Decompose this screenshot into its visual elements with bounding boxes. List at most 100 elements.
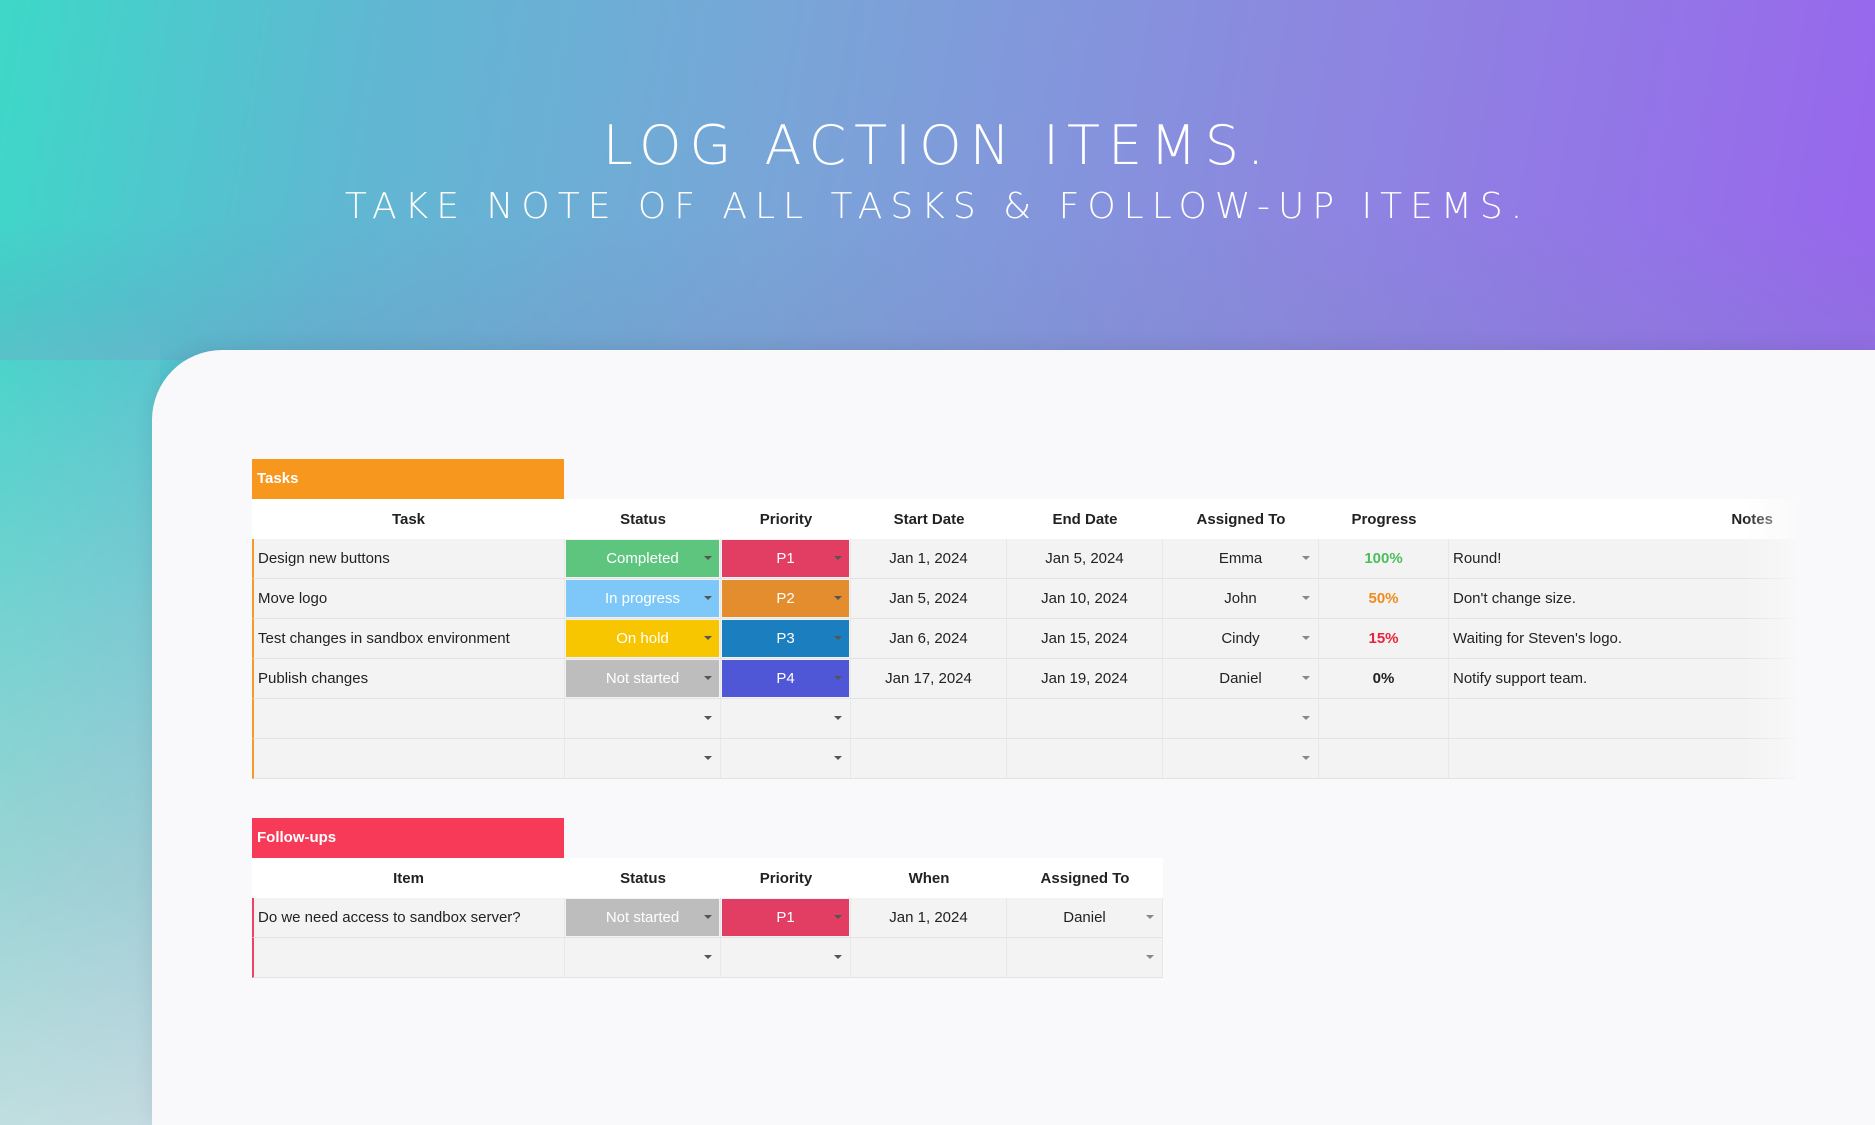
chevron-down-icon	[704, 676, 712, 680]
assigned-dropdown[interactable]: Emma	[1163, 539, 1319, 579]
assigned-value: John	[1224, 590, 1257, 607]
status-dropdown[interactable]: Not started	[565, 898, 721, 938]
header-assigned-to: Assigned To	[1163, 499, 1319, 539]
chevron-down-icon	[1146, 915, 1154, 919]
progress-cell[interactable]: 0%	[1319, 659, 1449, 699]
tasks-header-row: Task Status Priority Start Date End Date…	[252, 499, 1795, 539]
assigned-dropdown[interactable]: Cindy	[1163, 619, 1319, 659]
status-dropdown[interactable]: In progress	[565, 579, 721, 619]
status-dropdown[interactable]	[565, 699, 721, 739]
status-dropdown[interactable]	[565, 739, 721, 779]
priority-dropdown[interactable]	[721, 699, 851, 739]
chevron-down-icon	[704, 716, 712, 720]
start-date-cell[interactable]	[851, 699, 1007, 739]
priority-dropdown[interactable]: P1	[721, 539, 851, 579]
priority-dropdown[interactable]: P2	[721, 579, 851, 619]
end-date-cell[interactable]	[1007, 739, 1163, 779]
assigned-value: Cindy	[1221, 630, 1260, 647]
item-cell[interactable]	[252, 938, 565, 978]
task-cell[interactable]	[252, 699, 565, 739]
assigned-dropdown[interactable]	[1163, 739, 1319, 779]
notes-cell[interactable]: Notify support team.	[1449, 659, 1795, 699]
status-dropdown[interactable]	[565, 938, 721, 978]
header-end-date: End Date	[1007, 499, 1163, 539]
progress-cell[interactable]	[1319, 739, 1449, 779]
priority-dropdown[interactable]: P3	[721, 619, 851, 659]
task-cell[interactable]: Publish changes	[252, 659, 565, 699]
notes-cell[interactable]: Round!	[1449, 539, 1795, 579]
chevron-down-icon	[1302, 636, 1310, 640]
header-progress: Progress	[1319, 499, 1449, 539]
chevron-down-icon	[834, 955, 842, 959]
assigned-value: Emma	[1218, 550, 1263, 567]
chevron-down-icon	[704, 556, 712, 560]
tasks-tab[interactable]: Tasks	[252, 459, 564, 499]
chevron-down-icon	[1302, 716, 1310, 720]
task-cell[interactable]: Move logo	[252, 579, 565, 619]
start-date-cell[interactable]: Jan 6, 2024	[851, 619, 1007, 659]
notes-cell[interactable]: Waiting for Steven's logo.	[1449, 619, 1795, 659]
assigned-dropdown[interactable]: John	[1163, 579, 1319, 619]
chevron-down-icon	[704, 596, 712, 600]
end-date-cell[interactable]: Jan 15, 2024	[1007, 619, 1163, 659]
end-date-cell[interactable]: Jan 5, 2024	[1007, 539, 1163, 579]
start-date-cell[interactable]: Jan 5, 2024	[851, 579, 1007, 619]
notes-cell[interactable]	[1449, 739, 1795, 779]
hero: LOG ACTION ITEMS. TAKE NOTE OF ALL TASKS…	[0, 112, 1875, 232]
followups-tab[interactable]: Follow-ups	[252, 818, 564, 858]
table-row: Move logo In progress P2 Jan 5, 2024 Jan…	[252, 579, 1795, 619]
status-pill: On hold	[566, 620, 719, 657]
spreadsheet-panel: Tasks Task Status Priority Start Date En…	[152, 350, 1875, 1125]
chevron-down-icon	[704, 636, 712, 640]
chevron-down-icon	[704, 955, 712, 959]
priority-dropdown[interactable]	[721, 938, 851, 978]
item-cell[interactable]: Do we need access to sandbox server?	[252, 898, 565, 938]
end-date-cell[interactable]: Jan 10, 2024	[1007, 579, 1163, 619]
header-assigned-to: Assigned To	[1007, 858, 1163, 898]
start-date-cell[interactable]: Jan 17, 2024	[851, 659, 1007, 699]
progress-cell[interactable]: 50%	[1319, 579, 1449, 619]
followups-header-row: Item Status Priority When Assigned To	[252, 858, 1163, 898]
table-row: Do we need access to sandbox server? Not…	[252, 898, 1163, 938]
table-row-empty	[252, 699, 1795, 739]
task-cell[interactable]	[252, 739, 565, 779]
status-dropdown[interactable]: Not started	[565, 659, 721, 699]
when-cell[interactable]: Jan 1, 2024	[851, 898, 1007, 938]
assigned-dropdown[interactable]: Daniel	[1007, 898, 1163, 938]
start-date-cell[interactable]	[851, 739, 1007, 779]
notes-cell[interactable]: Don't change size.	[1449, 579, 1795, 619]
status-pill: Not started	[566, 660, 719, 697]
task-cell[interactable]: Test changes in sandbox environment	[252, 619, 565, 659]
assigned-dropdown[interactable]: Daniel	[1163, 659, 1319, 699]
chevron-down-icon	[834, 716, 842, 720]
progress-cell[interactable]: 100%	[1319, 539, 1449, 579]
when-cell[interactable]	[851, 938, 1007, 978]
table-row-empty	[252, 739, 1795, 779]
priority-pill: P3	[722, 620, 849, 657]
chevron-down-icon	[704, 915, 712, 919]
end-date-cell[interactable]: Jan 19, 2024	[1007, 659, 1163, 699]
assigned-dropdown[interactable]	[1163, 699, 1319, 739]
priority-dropdown[interactable]: P1	[721, 898, 851, 938]
status-dropdown[interactable]: Completed	[565, 539, 721, 579]
header-priority: Priority	[721, 858, 851, 898]
chevron-down-icon	[834, 676, 842, 680]
start-date-cell[interactable]: Jan 1, 2024	[851, 539, 1007, 579]
assigned-dropdown[interactable]	[1007, 938, 1163, 978]
priority-pill: P2	[722, 580, 849, 617]
task-cell[interactable]: Design new buttons	[252, 539, 565, 579]
priority-pill: P4	[722, 660, 849, 697]
status-dropdown[interactable]: On hold	[565, 619, 721, 659]
table-row: Design new buttons Completed P1 Jan 1, 2…	[252, 539, 1795, 579]
chevron-down-icon	[834, 636, 842, 640]
header-notes: Notes	[1449, 499, 1795, 539]
progress-cell[interactable]	[1319, 699, 1449, 739]
priority-dropdown[interactable]	[721, 739, 851, 779]
priority-dropdown[interactable]: P4	[721, 659, 851, 699]
header-priority: Priority	[721, 499, 851, 539]
chevron-down-icon	[834, 756, 842, 760]
end-date-cell[interactable]	[1007, 699, 1163, 739]
progress-cell[interactable]: 15%	[1319, 619, 1449, 659]
notes-cell[interactable]	[1449, 699, 1795, 739]
chevron-down-icon	[834, 596, 842, 600]
